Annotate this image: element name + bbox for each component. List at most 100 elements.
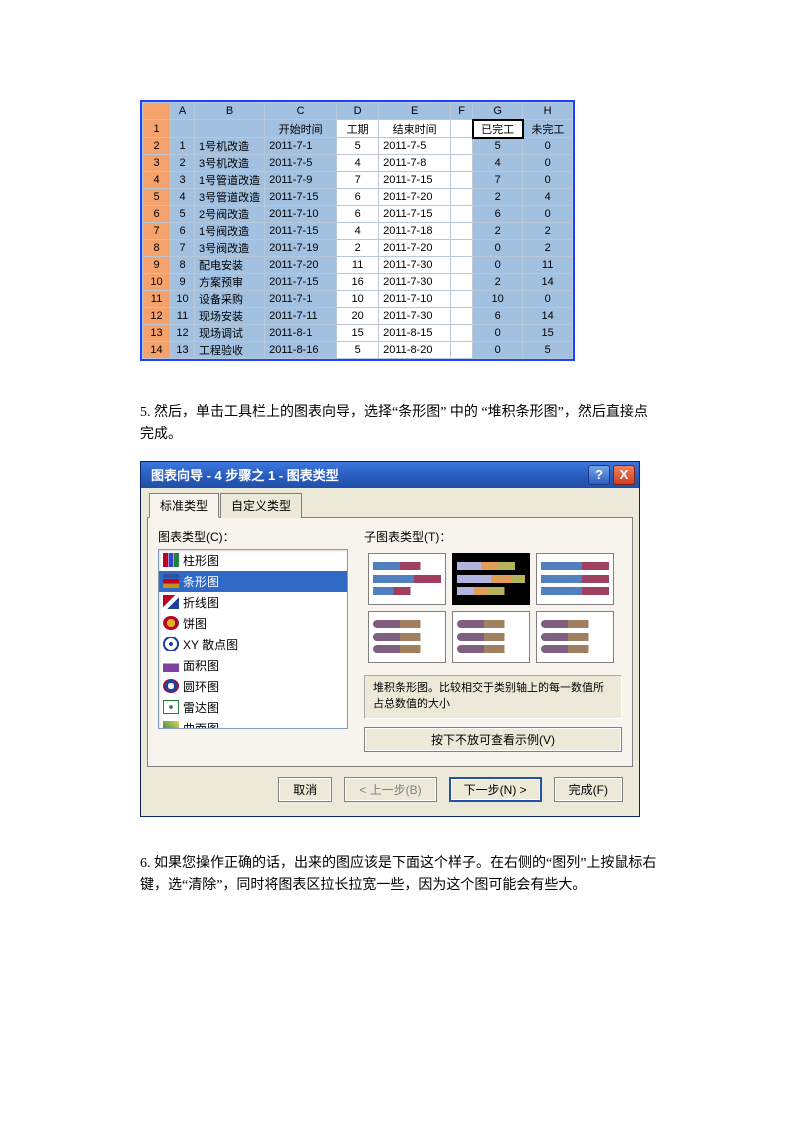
cell[interactable]: 2011-7-15: [265, 223, 337, 240]
cell[interactable]: 2011-7-30: [379, 274, 451, 291]
cell[interactable]: 开始时间: [265, 120, 337, 138]
cell[interactable]: 6: [473, 206, 523, 223]
cell[interactable]: 4: [473, 155, 523, 172]
row-header[interactable]: 8: [143, 240, 171, 257]
chart-type-item[interactable]: 雷达图: [159, 697, 347, 718]
cell[interactable]: 7: [337, 172, 379, 189]
cell[interactable]: 4: [523, 189, 573, 206]
row-header[interactable]: 12: [143, 308, 171, 325]
cell[interactable]: 5: [337, 342, 379, 359]
cell[interactable]: 11: [171, 308, 195, 325]
cell[interactable]: 5: [337, 138, 379, 155]
cell[interactable]: 2011-7-15: [265, 274, 337, 291]
row-header[interactable]: 9: [143, 257, 171, 274]
row-header[interactable]: 6: [143, 206, 171, 223]
cell[interactable]: 2011-8-20: [379, 342, 451, 359]
cell[interactable]: [451, 120, 473, 138]
cell[interactable]: 2: [523, 223, 573, 240]
row-header[interactable]: 14: [143, 342, 171, 359]
cell[interactable]: 11: [523, 257, 573, 274]
cell[interactable]: 3: [171, 172, 195, 189]
cell[interactable]: 设备采购: [195, 291, 265, 308]
cell[interactable]: [451, 342, 473, 359]
cell[interactable]: 6: [337, 206, 379, 223]
row-header[interactable]: 10: [143, 274, 171, 291]
cell[interactable]: 2: [523, 240, 573, 257]
cell[interactable]: 0: [473, 257, 523, 274]
cell[interactable]: 0: [473, 325, 523, 342]
cell[interactable]: 8: [171, 257, 195, 274]
cell[interactable]: [451, 240, 473, 257]
chart-type-item[interactable]: 圆环图: [159, 676, 347, 697]
help-button[interactable]: ?: [588, 465, 610, 485]
row-header[interactable]: 3: [143, 155, 171, 172]
cell[interactable]: 现场安装: [195, 308, 265, 325]
subtype-3d-100pct-stacked-bar[interactable]: [536, 611, 614, 663]
press-hold-sample-button[interactable]: 按下不放可查看示例(V): [364, 727, 622, 752]
cell[interactable]: 1号机改造: [195, 138, 265, 155]
chart-type-item[interactable]: 饼图: [159, 613, 347, 634]
cell[interactable]: 1: [171, 138, 195, 155]
cell[interactable]: 9: [171, 274, 195, 291]
cell[interactable]: 7: [473, 172, 523, 189]
cell[interactable]: 2011-7-11: [265, 308, 337, 325]
cell[interactable]: 15: [337, 325, 379, 342]
cell[interactable]: 0: [523, 291, 573, 308]
cell[interactable]: 结束时间: [379, 120, 451, 138]
subtype-stacked-bar[interactable]: [452, 553, 530, 605]
cell[interactable]: 2011-8-1: [265, 325, 337, 342]
cell[interactable]: 7: [171, 240, 195, 257]
cell[interactable]: [171, 120, 195, 138]
select-all-cell[interactable]: [143, 103, 171, 120]
row-header[interactable]: 11: [143, 291, 171, 308]
cell[interactable]: 3号机改造: [195, 155, 265, 172]
cell[interactable]: 2011-7-1: [265, 138, 337, 155]
row-header[interactable]: 13: [143, 325, 171, 342]
row-header[interactable]: 2: [143, 138, 171, 155]
cell[interactable]: 配电安装: [195, 257, 265, 274]
cell[interactable]: 5: [171, 206, 195, 223]
cell[interactable]: 12: [171, 325, 195, 342]
cell[interactable]: [451, 257, 473, 274]
cell[interactable]: 0: [523, 172, 573, 189]
cell[interactable]: 4: [337, 155, 379, 172]
cell[interactable]: 5: [473, 138, 523, 155]
back-button[interactable]: < 上一步(B): [344, 777, 436, 802]
cell[interactable]: 未完工: [523, 120, 573, 138]
cell[interactable]: [451, 325, 473, 342]
cell[interactable]: 14: [523, 308, 573, 325]
cell[interactable]: 2011-7-15: [379, 172, 451, 189]
cell[interactable]: 2011-7-10: [379, 291, 451, 308]
cell[interactable]: 2: [171, 155, 195, 172]
finish-button[interactable]: 完成(F): [554, 777, 623, 802]
cell[interactable]: 3号阀改造: [195, 240, 265, 257]
cell[interactable]: [451, 138, 473, 155]
subtype-3d-clustered-bar[interactable]: [368, 611, 446, 663]
cell[interactable]: [451, 308, 473, 325]
cell[interactable]: 2011-7-15: [379, 206, 451, 223]
cell[interactable]: 10: [473, 291, 523, 308]
cell[interactable]: 6: [473, 308, 523, 325]
cell[interactable]: 10: [337, 291, 379, 308]
cell[interactable]: 2011-7-15: [265, 189, 337, 206]
col-header-E[interactable]: E: [379, 103, 451, 120]
cell[interactable]: 1号管道改造: [195, 172, 265, 189]
cell[interactable]: 0: [523, 206, 573, 223]
cell[interactable]: [451, 274, 473, 291]
cell[interactable]: 14: [523, 274, 573, 291]
cell[interactable]: 方案预审: [195, 274, 265, 291]
cell[interactable]: [451, 172, 473, 189]
next-button[interactable]: 下一步(N) >: [449, 777, 542, 802]
col-header-F[interactable]: F: [451, 103, 473, 120]
cancel-button[interactable]: 取消: [278, 777, 332, 802]
spreadsheet-table[interactable]: A B C D E F G H 1 开始时间 工期 结束时间 已完工 未完工 2…: [142, 102, 573, 359]
subtype-100pct-stacked-bar[interactable]: [536, 553, 614, 605]
col-header-B[interactable]: B: [195, 103, 265, 120]
cell[interactable]: 已完工: [473, 120, 523, 138]
cell[interactable]: 2: [473, 223, 523, 240]
cell[interactable]: 20: [337, 308, 379, 325]
cell[interactable]: 现场调试: [195, 325, 265, 342]
row-header[interactable]: 4: [143, 172, 171, 189]
col-header-D[interactable]: D: [337, 103, 379, 120]
cell[interactable]: 6: [171, 223, 195, 240]
